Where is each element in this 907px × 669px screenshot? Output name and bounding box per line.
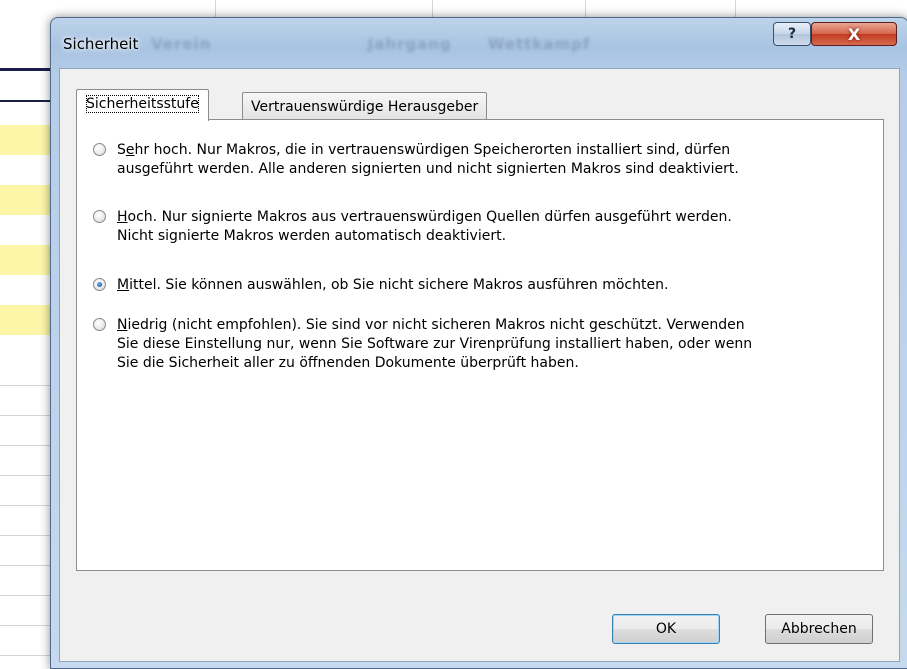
dialog-title: Sicherheit [63, 35, 139, 53]
option-hoch[interactable]: Hoch. Nur signierte Makros aus vertrauen… [93, 208, 873, 246]
option-label: Mittel. Sie können auswählen, ob Sie nic… [117, 277, 669, 293]
tab-sicherheitsstufe[interactable]: Sicherheitsstufe [76, 89, 209, 121]
option-niedrig[interactable]: Niedrig (nicht empfohlen). Sie sind vor … [93, 316, 873, 373]
radio-button[interactable] [93, 210, 106, 223]
radio-button[interactable] [93, 318, 106, 331]
option-sehr-hoch[interactable]: Sehr hoch. Nur Makros, die in vertrauens… [93, 141, 873, 179]
help-icon: ? [787, 26, 797, 42]
option-label: Sehr hoch. Nur Makros, die in vertrauens… [117, 142, 739, 177]
tab-label: Sicherheitsstufe [85, 95, 199, 113]
security-dialog: Verein Jahrgang Wettkampf Sicherheit ? X… [50, 17, 907, 669]
blurred-header-jahrgang: Jahrgang [367, 35, 452, 53]
blurred-header-verein: Verein [151, 35, 212, 53]
help-button[interactable]: ? [773, 22, 811, 46]
radio-button[interactable] [93, 143, 106, 156]
option-mittel[interactable]: Mittel. Sie können auswählen, ob Sie nic… [93, 276, 873, 295]
option-label: Hoch. Nur signierte Makros aus vertrauen… [117, 209, 732, 244]
cancel-button[interactable]: Abbrechen [765, 614, 873, 644]
ok-button[interactable]: OK [612, 614, 720, 644]
close-icon: X [847, 24, 861, 44]
tab-label: Vertrauenswürdige Herausgeber [251, 99, 479, 115]
blurred-header-text: Verein Jahrgang Wettkampf [151, 35, 751, 57]
tab-vertrauenswuerdige-herausgeber[interactable]: Vertrauenswürdige Herausgeber [242, 92, 488, 121]
tab-panel: Sehr hoch. Nur Makros, die in vertrauens… [76, 119, 884, 571]
blurred-header-wettkampf: Wettkampf [487, 35, 591, 53]
option-label: Niedrig (nicht empfohlen). Sie sind vor … [117, 317, 753, 371]
close-button[interactable]: X [811, 22, 897, 46]
radio-button-selected[interactable] [93, 278, 106, 291]
dialog-client-area: Sicherheitsstufe Vertrauenswürdige Herau… [59, 68, 900, 662]
